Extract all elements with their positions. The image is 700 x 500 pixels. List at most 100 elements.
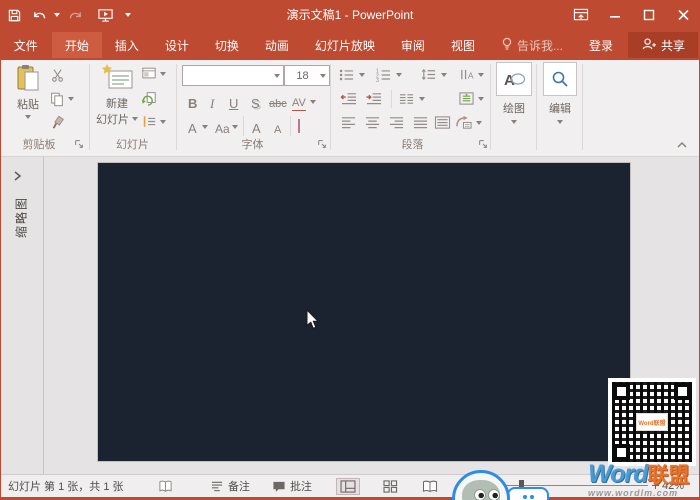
- align-right-button[interactable]: [388, 115, 405, 130]
- line-spacing-button[interactable]: [420, 67, 447, 82]
- tellme-box[interactable]: 告诉我...: [488, 30, 576, 60]
- drawing-group-button[interactable]: A 绘图: [494, 62, 534, 124]
- change-case-button[interactable]: Aa: [215, 119, 230, 136]
- comments-icon: [272, 480, 286, 493]
- tab-review[interactable]: 审阅: [388, 30, 438, 60]
- grow-font-letter: A: [252, 122, 261, 135]
- undo-dropdown-icon[interactable]: [54, 13, 60, 17]
- editing-label: 编辑: [549, 100, 571, 116]
- new-slide-button[interactable]: 新建 幻灯片: [95, 64, 139, 127]
- tab-home[interactable]: 开始: [52, 32, 102, 58]
- bullets-button[interactable]: [338, 67, 365, 82]
- mouse-cursor: [306, 310, 321, 336]
- reset-slide-button[interactable]: [141, 90, 157, 106]
- font-name-combo[interactable]: [182, 65, 284, 86]
- underline-button[interactable]: U: [229, 93, 238, 110]
- reading-view-button[interactable]: [418, 478, 442, 495]
- font-size-dropdown-icon: [320, 74, 326, 78]
- tab-insert[interactable]: 插入: [102, 30, 152, 60]
- align-left-button[interactable]: [340, 115, 357, 130]
- copy-button[interactable]: [49, 91, 74, 107]
- window-controls: [564, 0, 700, 30]
- new-slide-label-2: 幻灯片: [96, 111, 129, 127]
- bold-button[interactable]: B: [188, 93, 197, 110]
- quick-access-toolbar: [6, 0, 131, 30]
- ribbon-tab-bar: 文件 开始 插入 设计 切换 动画 幻灯片放映 审阅 视图 告诉我... 登录 …: [0, 30, 700, 60]
- expand-pane-chevron-icon[interactable]: [13, 169, 22, 187]
- character-spacing-button[interactable]: AV: [292, 93, 306, 111]
- spell-check-icon[interactable]: [158, 475, 173, 497]
- tab-animations[interactable]: 动画: [252, 30, 302, 60]
- distribute-text-button[interactable]: [434, 115, 451, 130]
- columns-button[interactable]: [398, 91, 425, 106]
- save-icon[interactable]: [6, 7, 23, 24]
- paste-button[interactable]: 粘贴: [8, 64, 48, 119]
- numbering-button[interactable]: 123: [375, 67, 402, 82]
- clipboard-dialog-launcher-icon[interactable]: [74, 139, 85, 150]
- minimize-button[interactable]: [598, 0, 632, 30]
- strikethrough-button[interactable]: abc: [269, 94, 287, 111]
- thumbnail-pane-collapsed[interactable]: 缩略图: [0, 157, 44, 474]
- change-case-dropdown-icon[interactable]: [232, 125, 238, 129]
- italic-button[interactable]: I: [210, 93, 214, 110]
- tab-slideshow[interactable]: 幻灯片放映: [302, 30, 388, 60]
- text-shadow-button[interactable]: S: [251, 93, 260, 110]
- share-button[interactable]: 共享: [628, 32, 698, 58]
- notes-button[interactable]: 备注: [210, 475, 250, 497]
- font-color-dropdown-icon[interactable]: [202, 125, 208, 129]
- cut-button[interactable]: [50, 67, 66, 83]
- person-add-icon: [641, 37, 656, 54]
- font-size-combo[interactable]: 18: [284, 65, 330, 86]
- character-spacing-dropdown-icon[interactable]: [310, 100, 316, 104]
- font-dialog-launcher-icon[interactable]: [317, 139, 328, 150]
- convert-smartart-button[interactable]: [455, 115, 482, 130]
- layout-dropdown-icon: [160, 72, 166, 76]
- drawing-icon: A: [496, 62, 532, 96]
- slide-canvas[interactable]: [97, 162, 631, 462]
- tellme-label: 告诉我...: [517, 37, 563, 54]
- text-direction-dropdown-icon: [478, 73, 484, 77]
- font-color-letter: A: [188, 122, 197, 135]
- window-border-left: [0, 0, 1, 500]
- comments-button[interactable]: 批注: [272, 475, 312, 497]
- paragraph-dialog-launcher-icon[interactable]: [478, 139, 489, 150]
- maximize-button[interactable]: [632, 0, 666, 30]
- justify-button[interactable]: [412, 115, 429, 130]
- mascot-face-icon: [462, 480, 500, 500]
- drawing-dropdown-icon: [511, 120, 517, 124]
- eraser-icon: [298, 119, 300, 133]
- format-painter-button[interactable]: [50, 114, 66, 130]
- watermark-brand-en: Word: [588, 460, 647, 488]
- shrink-font-button[interactable]: A: [274, 120, 281, 137]
- ribbon-display-options-icon[interactable]: [564, 0, 598, 30]
- decrease-indent-button[interactable]: [340, 91, 358, 106]
- tab-design[interactable]: 设计: [152, 30, 202, 60]
- tab-file[interactable]: 文件: [1, 30, 51, 60]
- collapse-ribbon-icon[interactable]: [676, 140, 688, 152]
- paste-dropdown-icon: [25, 115, 31, 119]
- normal-view-button[interactable]: [336, 478, 360, 495]
- start-slideshow-icon[interactable]: [97, 7, 114, 24]
- slide-sorter-view-button[interactable]: [378, 478, 402, 495]
- close-button[interactable]: [666, 0, 700, 30]
- editing-group-button[interactable]: 编辑: [540, 62, 580, 124]
- sign-in-button[interactable]: 登录: [576, 30, 626, 60]
- clear-formatting-button[interactable]: [298, 120, 300, 132]
- ribbon: 粘贴 剪贴板 新建 幻灯片: [0, 60, 700, 157]
- section-dropdown-icon: [160, 120, 166, 124]
- text-direction-button[interactable]: A: [458, 67, 484, 82]
- shrink-font-letter: A: [274, 124, 281, 137]
- section-button[interactable]: [141, 114, 166, 129]
- align-center-button[interactable]: [364, 115, 381, 130]
- layout-button[interactable]: [141, 66, 166, 81]
- grow-font-button[interactable]: A: [252, 118, 261, 135]
- increase-indent-button[interactable]: [365, 91, 383, 106]
- tab-view[interactable]: 视图: [438, 30, 488, 60]
- customize-qat-icon[interactable]: [125, 13, 131, 17]
- font-color-button[interactable]: A: [188, 118, 197, 135]
- tab-transitions[interactable]: 切换: [202, 30, 252, 60]
- undo-icon[interactable]: [30, 7, 47, 24]
- align-text-button[interactable]: [458, 91, 484, 106]
- font-group-label: 字体: [215, 138, 290, 152]
- notes-icon: [210, 480, 224, 492]
